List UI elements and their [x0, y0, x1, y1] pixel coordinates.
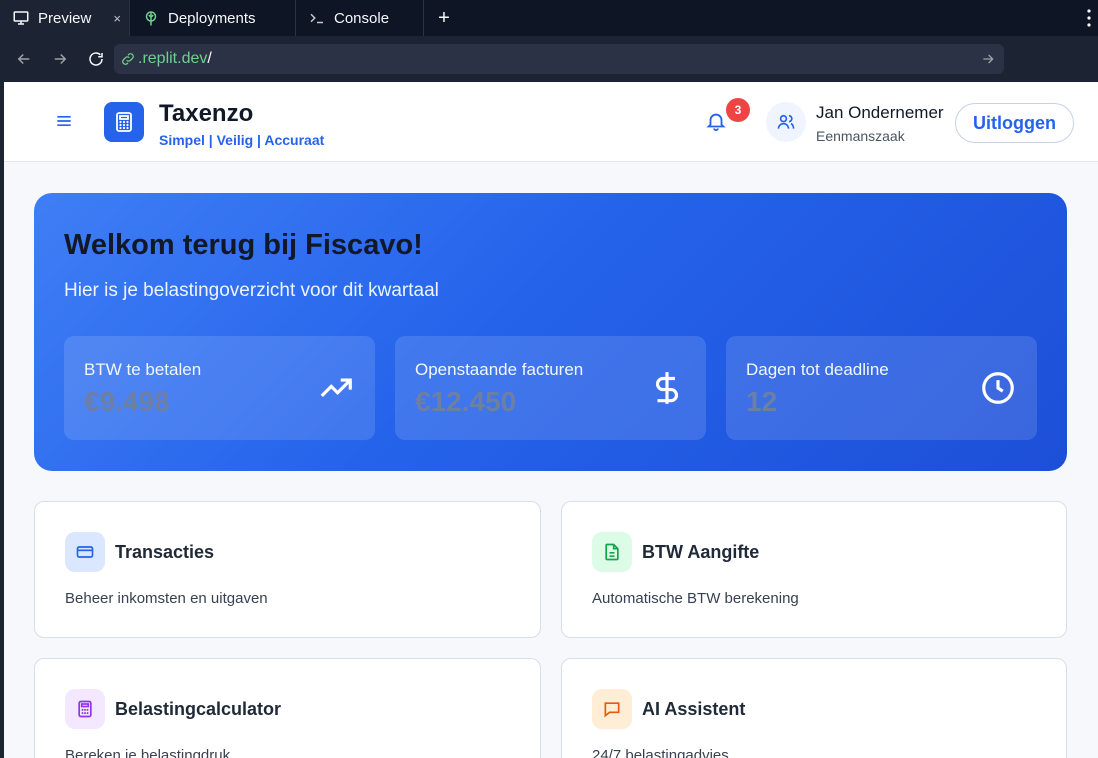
card-icon-box: [65, 689, 105, 729]
card-description: Beheer inkomsten en uitgaven: [65, 590, 268, 607]
dollar-icon: [656, 372, 678, 404]
new-tab-button[interactable]: +: [424, 0, 464, 36]
deployments-icon: [145, 11, 157, 26]
clock-icon: [982, 372, 1014, 404]
app-page: Taxenzo Simpel | Veilig | Accuraat 3 Jan…: [4, 82, 1098, 758]
bell-icon: [706, 113, 726, 132]
card-ai-assistant[interactable]: AI Assistent 24/7 belastingadvies: [561, 658, 1067, 758]
stat-label: Dagen tot deadline: [746, 360, 889, 379]
tab-deployments[interactable]: Deployments: [130, 0, 296, 36]
reload-icon: [89, 52, 103, 66]
calculator-icon: [116, 112, 132, 132]
card-title: BTW Aangifte: [642, 542, 760, 562]
menu-icon: [57, 116, 71, 126]
card-icon-box: [592, 689, 632, 729]
message-icon: [604, 702, 620, 718]
users-icon: [777, 114, 795, 129]
terminal-icon: [310, 13, 323, 24]
stat-card-vat: BTW te betalen €9.498: [64, 336, 375, 440]
user-name: Jan Ondernemer: [816, 103, 944, 122]
menu-button[interactable]: [54, 111, 74, 136]
brand-name: Taxenzo: [159, 100, 254, 127]
trending-up-icon: [320, 378, 352, 398]
card-icon-box: [65, 532, 105, 572]
tab-console[interactable]: Console: [296, 0, 424, 36]
card-tax-calculator[interactable]: Belastingcalculator Bereken je belasting…: [34, 658, 541, 758]
card-title: Belastingcalculator: [115, 699, 282, 719]
welcome-banner: Welkom terug bij Fiscavo! Hier is je bel…: [34, 193, 1067, 471]
url-field[interactable]: .replit.dev /: [114, 44, 1004, 74]
notification-badge: 3: [726, 98, 750, 122]
tab-label: Deployments: [168, 9, 256, 27]
welcome-subtitle: Hier is je belastingoverzicht voor dit k…: [64, 280, 439, 301]
browser-tab-bar: Preview × Deployments Console +: [0, 0, 1098, 36]
card-description: Bereken je belastingdruk: [65, 747, 231, 758]
credit-card-icon: [76, 546, 94, 558]
plus-icon: +: [438, 6, 450, 29]
arrow-left-icon: [17, 53, 30, 65]
stat-label: BTW te betalen: [84, 360, 202, 379]
stat-label: Openstaande facturen: [415, 360, 584, 379]
card-vat-return[interactable]: BTW Aangifte Automatische BTW berekening: [561, 501, 1067, 638]
stat-value: €9.498: [84, 386, 170, 417]
logout-button[interactable]: Uitloggen: [955, 103, 1074, 143]
forward-button[interactable]: [42, 36, 78, 82]
card-title: AI Assistent: [642, 699, 746, 719]
monitor-icon: [13, 11, 29, 25]
address-toolbar: .replit.dev /: [0, 36, 1098, 104]
card-description: 24/7 belastingadvies: [592, 747, 729, 758]
card-icon-box: [592, 532, 632, 572]
app-header: Taxenzo Simpel | Veilig | Accuraat 3 Jan…: [4, 82, 1098, 162]
welcome-title: Welkom terug bij Fiscavo!: [64, 229, 423, 261]
url-path: /: [207, 50, 212, 67]
tab-label: Console: [334, 9, 390, 27]
link-icon: [122, 53, 134, 65]
file-text-icon: [605, 543, 619, 561]
arrow-right-icon: [54, 53, 67, 65]
url-domain: .replit.dev: [138, 50, 208, 67]
notifications-button[interactable]: [705, 110, 727, 137]
brand-tagline: Simpel | Veilig | Accuraat: [159, 132, 325, 148]
card-transactions[interactable]: Transacties Beheer inkomsten en uitgaven: [34, 501, 541, 638]
go-arrow-icon[interactable]: [980, 51, 996, 67]
stat-card-deadline: Dagen tot deadline 12: [726, 336, 1037, 440]
back-button[interactable]: [6, 36, 42, 82]
avatar[interactable]: [766, 102, 806, 142]
reload-button[interactable]: [78, 36, 114, 82]
more-options-icon[interactable]: [1086, 8, 1092, 33]
user-role: Eenmanszaak: [816, 128, 905, 144]
stat-value: €12.450: [415, 386, 517, 417]
tab-label: Preview: [38, 9, 92, 27]
stat-card-invoices: Openstaande facturen €12.450: [395, 336, 706, 440]
close-tab-button[interactable]: ×: [113, 11, 121, 26]
tab-preview[interactable]: Preview ×: [0, 0, 130, 36]
stat-value: 12: [746, 386, 778, 417]
card-description: Automatische BTW berekening: [592, 590, 799, 607]
card-title: Transacties: [115, 542, 215, 562]
logo[interactable]: [104, 102, 144, 142]
calculator-icon: [78, 700, 92, 718]
